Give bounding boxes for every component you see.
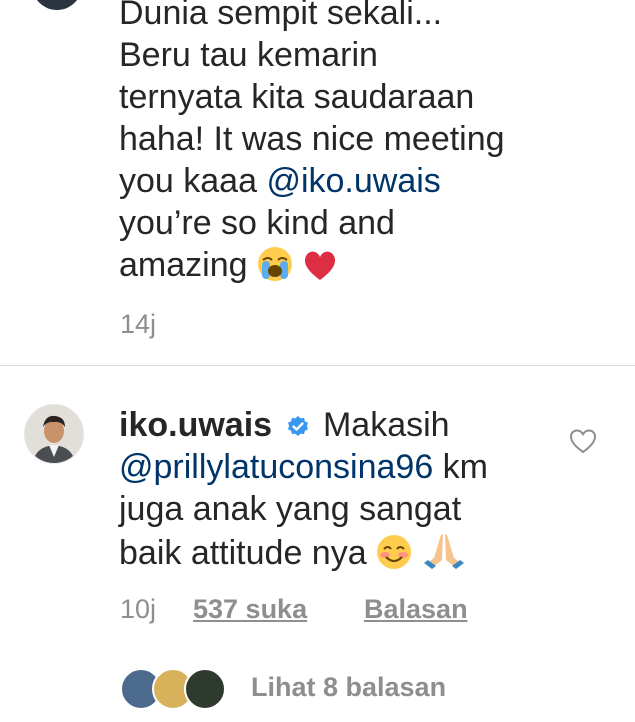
reply-text: baik attitude nya [119, 534, 367, 572]
reply-line: @prillylatuconsina96 km [119, 446, 569, 488]
loudly-crying-face-emoji [257, 247, 292, 281]
divider [0, 365, 635, 366]
reply-time: 10j [120, 594, 157, 624]
red-heart-emoji [305, 251, 336, 280]
top-comment-line: ternyata kita saudaraan [119, 78, 475, 116]
avatar[interactable] [24, 404, 84, 464]
likes-count-link[interactable]: 537 suka [193, 594, 307, 625]
reply-line: iko.uwais Makasih [119, 404, 569, 446]
top-comment-line: amazing [119, 244, 619, 286]
top-comment-line: Dunia sempit sekali... [119, 0, 443, 32]
top-comment-line: you kaaa @iko.uwais [119, 160, 619, 202]
mention-link[interactable]: @iko.uwais [266, 162, 440, 200]
heart-icon[interactable] [569, 428, 597, 454]
folded-hands-emoji [423, 534, 464, 569]
top-comment-line: you’re so kind and [119, 204, 395, 242]
top-comment-text: Dunia sempit sekali... Beru tau kemarin … [119, 0, 619, 286]
top-comment-avatar[interactable] [32, 0, 82, 10]
verified-badge-icon [287, 416, 308, 436]
top-comment-time: 14j [120, 309, 157, 339]
reply-text: km [433, 448, 489, 486]
mention-link[interactable]: @prillylatuconsina96 [119, 448, 433, 486]
reply-button[interactable]: Balasan [364, 594, 468, 625]
top-comment-line-text: you kaaa [119, 162, 267, 200]
mini-avatar [184, 668, 226, 710]
view-replies-link[interactable]: Lihat 8 balasan [251, 672, 446, 703]
reply-line: baik attitude nya [119, 530, 569, 574]
avatar-photo [25, 405, 83, 463]
reply-text: Makasih [322, 406, 450, 444]
top-comment-line-text: amazing [119, 246, 248, 284]
top-comment-line: haha! It was nice meeting [119, 120, 505, 158]
top-comment-line: Beru tau kemarin [119, 36, 378, 74]
reply-comment-text: iko.uwais Makasih @prillylatuconsina96 k… [119, 404, 569, 574]
reply-line: juga anak yang sangat [119, 490, 462, 528]
smiling-face-emoji [377, 535, 412, 569]
username-link[interactable]: iko.uwais [119, 406, 272, 444]
